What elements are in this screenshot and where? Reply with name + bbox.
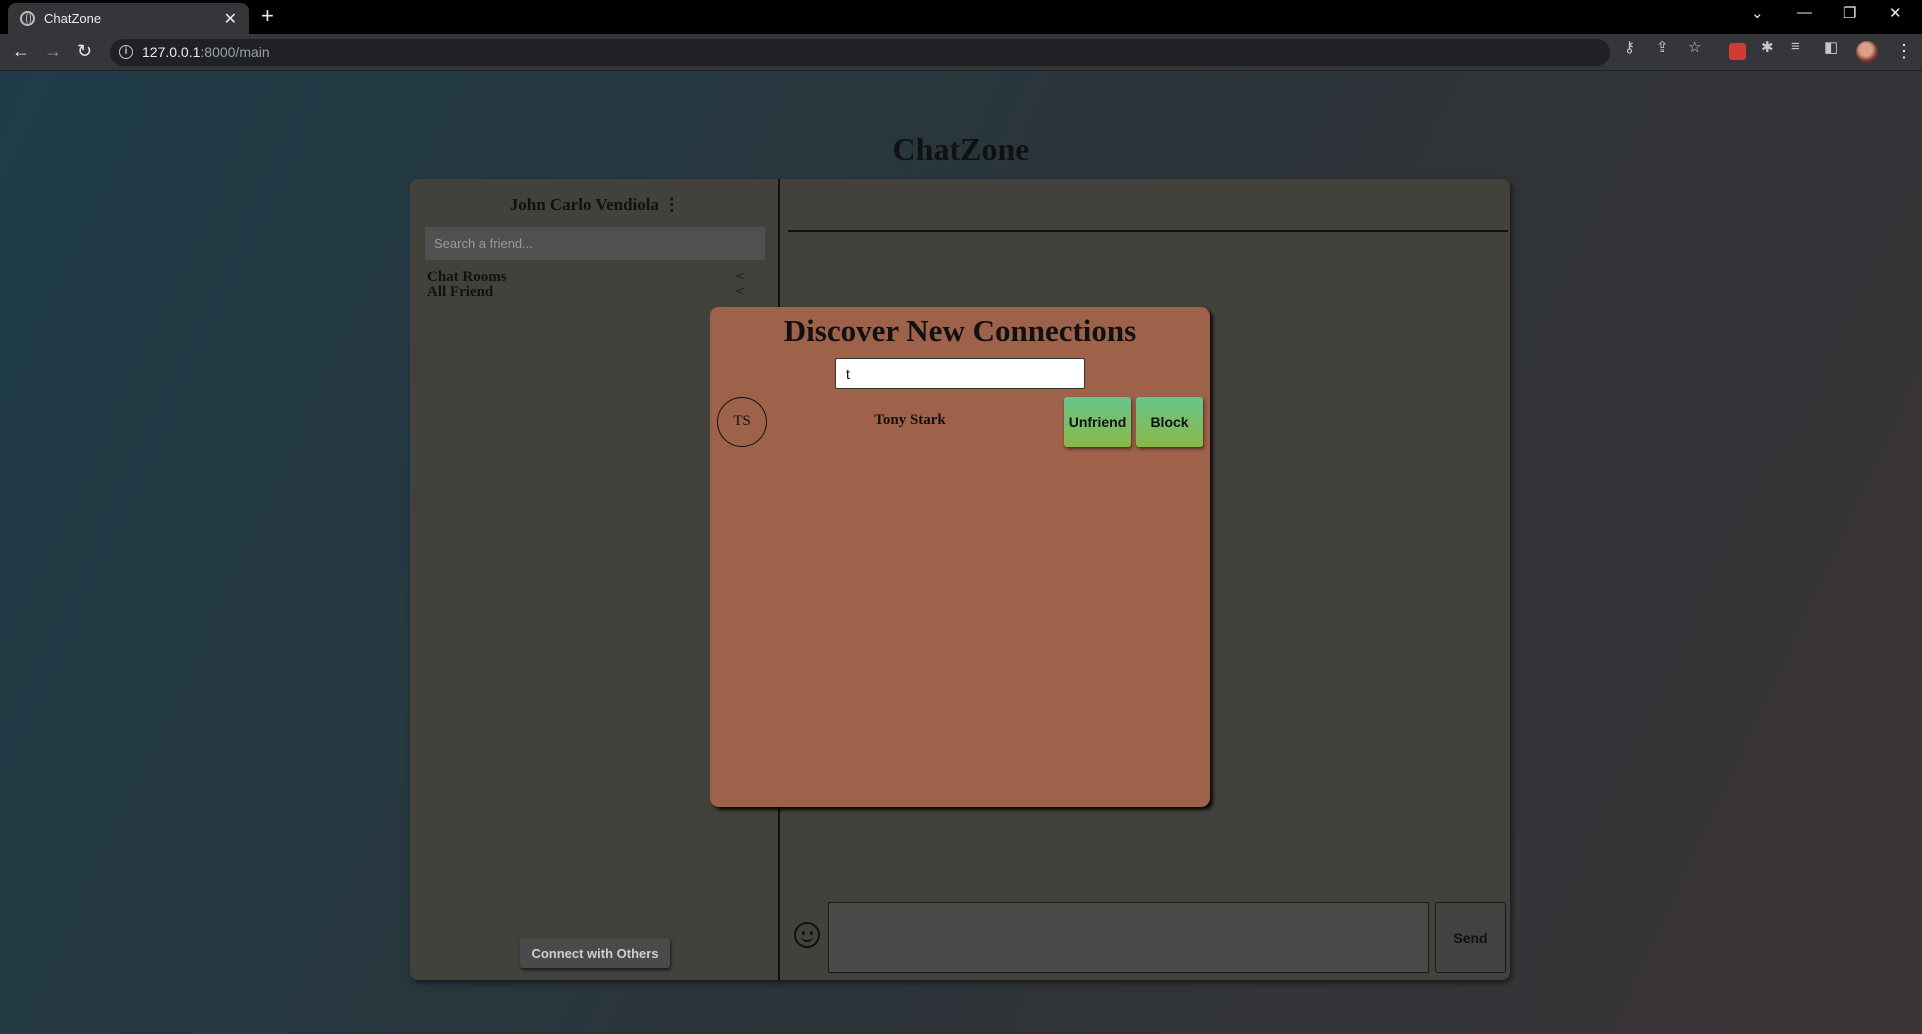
restore-icon[interactable]: ❐ bbox=[1843, 4, 1856, 22]
browser-tab[interactable]: ChatZone ✕ bbox=[8, 3, 249, 34]
result-user-name[interactable]: Tony Stark bbox=[850, 412, 970, 429]
new-tab-icon[interactable]: + bbox=[261, 3, 274, 29]
url-text: 127.0.0.1:8000/main bbox=[142, 44, 270, 60]
sidebar-item-label: All Friend bbox=[427, 284, 494, 300]
avatar: TS bbox=[717, 397, 767, 447]
sidebar-item-label: Chat Rooms bbox=[427, 269, 507, 285]
profile-avatar[interactable] bbox=[1856, 41, 1878, 63]
tab-search-icon[interactable]: ⌄ bbox=[1751, 4, 1764, 22]
share-icon[interactable]: ⇪ bbox=[1656, 38, 1669, 56]
browser-toolbar: ← → ↻ i 127.0.0.1:8000/main ⚷ ⇪ ☆ ✱ ≡ ◧ … bbox=[0, 34, 1922, 71]
address-bar[interactable]: i 127.0.0.1:8000/main bbox=[110, 39, 1610, 66]
browser-menu-icon[interactable]: ⋮ bbox=[1895, 41, 1913, 62]
reload-icon[interactable]: ↻ bbox=[77, 41, 92, 62]
minimize-icon[interactable]: — bbox=[1797, 4, 1812, 21]
connection-search-input[interactable] bbox=[835, 358, 1085, 389]
chevron-left-icon: < bbox=[734, 269, 745, 283]
bookmark-star-icon[interactable]: ☆ bbox=[1688, 38, 1701, 56]
site-info-icon[interactable]: i bbox=[119, 45, 133, 59]
browser-tab-strip: ChatZone ✕ + ⌄ — ❐ ✕ bbox=[0, 0, 1922, 34]
chevron-left-icon: < bbox=[734, 284, 745, 298]
side-panel-icon[interactable]: ◧ bbox=[1824, 38, 1838, 56]
url-host: 127.0.0.1 bbox=[142, 44, 201, 60]
search-friend-input[interactable] bbox=[425, 227, 765, 260]
media-queue-icon[interactable]: ≡ bbox=[1791, 38, 1800, 55]
extension-icon[interactable] bbox=[1729, 43, 1746, 60]
send-button[interactable]: Send bbox=[1435, 902, 1506, 973]
close-tab-icon[interactable]: ✕ bbox=[224, 9, 237, 29]
close-window-icon[interactable]: ✕ bbox=[1889, 4, 1902, 22]
sidebar-item-all-friend[interactable]: All Friend < bbox=[427, 284, 757, 301]
back-icon[interactable]: ← bbox=[12, 41, 30, 62]
discover-connections-modal: Discover New Connections TS Tony Stark U… bbox=[710, 307, 1210, 807]
forward-icon[interactable]: → bbox=[44, 41, 62, 62]
extensions-puzzle-icon[interactable]: ✱ bbox=[1761, 38, 1774, 56]
tab-title: ChatZone bbox=[44, 11, 102, 26]
unfriend-button[interactable]: Unfriend bbox=[1064, 397, 1131, 447]
password-key-icon[interactable]: ⚷ bbox=[1624, 38, 1635, 56]
chat-header-divider bbox=[788, 230, 1508, 232]
message-input[interactable] bbox=[828, 902, 1429, 973]
page-background: ChatZone John Carlo Vendiola ⋮ Chat Room… bbox=[0, 71, 1922, 1034]
connect-with-others-button[interactable]: Connect with Others bbox=[520, 938, 670, 968]
block-button[interactable]: Block bbox=[1136, 397, 1203, 447]
app-title: ChatZone bbox=[892, 131, 1030, 167]
list-item: TS Tony Stark Unfriend Block bbox=[710, 395, 1210, 447]
url-path: :8000/main bbox=[200, 44, 270, 60]
current-user-name[interactable]: John Carlo Vendiola ⋮ bbox=[410, 195, 780, 215]
smiley-icon[interactable] bbox=[794, 922, 820, 948]
modal-title: Discover New Connections bbox=[783, 313, 1137, 348]
globe-icon bbox=[20, 11, 35, 26]
